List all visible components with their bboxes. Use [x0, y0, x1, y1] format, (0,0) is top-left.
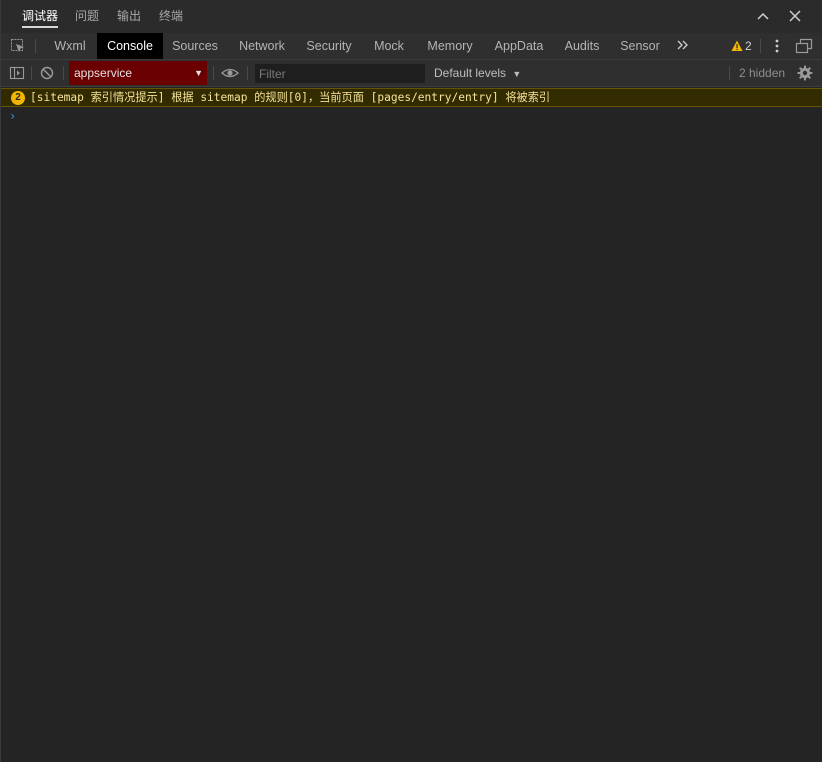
- collapse-panel-button[interactable]: [753, 6, 773, 26]
- panel-tab-debugger[interactable]: 调试器: [22, 0, 59, 33]
- eye-icon: [221, 68, 239, 78]
- inspect-cursor-icon: [11, 39, 24, 52]
- close-panel-button[interactable]: [785, 6, 805, 26]
- tab-sensor[interactable]: Sensor: [613, 33, 667, 59]
- log-levels-label: Default levels: [434, 66, 507, 80]
- hidden-messages-count: 2 hidden: [739, 66, 786, 80]
- tab-appdata[interactable]: AppData: [487, 33, 551, 59]
- divider: [35, 39, 36, 53]
- log-levels-dropdown[interactable]: Default levels ▼: [434, 60, 521, 86]
- chevron-up-icon: [757, 12, 769, 20]
- console-prompt-chevron-icon[interactable]: ›: [9, 109, 16, 123]
- inspect-element-button[interactable]: [10, 38, 26, 54]
- clear-console-button[interactable]: [39, 65, 55, 81]
- panel-tab-bar: 调试器 问题 输出 终端: [1, 0, 822, 33]
- divider: [247, 66, 248, 80]
- warnings-count: 2: [745, 39, 752, 53]
- console-message-warning[interactable]: 2 [sitemap 索引情况提示] 根据 sitemap 的规则[0]，当前页…: [1, 88, 822, 107]
- undock-window-icon: [795, 38, 813, 54]
- tab-audits[interactable]: Audits: [557, 33, 607, 59]
- kebab-menu-icon: [775, 39, 779, 53]
- devtools-window: 调试器 问题 输出 终端 Wxml Console Sources Networ…: [0, 0, 822, 762]
- divider: [729, 66, 730, 80]
- tab-memory[interactable]: Memory: [419, 33, 481, 59]
- filter-input[interactable]: [255, 64, 425, 83]
- tab-network[interactable]: Network: [229, 33, 295, 59]
- tab-security[interactable]: Security: [299, 33, 359, 59]
- divider: [31, 66, 32, 80]
- devtools-tab-bar: Wxml Console Sources Network Security Mo…: [1, 33, 822, 60]
- divider: [213, 66, 214, 80]
- divider: [760, 39, 761, 53]
- panel-tab-output[interactable]: 输出: [117, 0, 141, 33]
- tab-console[interactable]: Console: [97, 33, 163, 59]
- undock-button[interactable]: [795, 38, 813, 54]
- customize-devtools-button[interactable]: [770, 38, 784, 54]
- dropdown-arrow-icon: ▼: [194, 68, 203, 78]
- close-icon: [789, 10, 801, 22]
- tab-sources[interactable]: Sources: [165, 33, 225, 59]
- dropdown-arrow-icon: ▼: [512, 69, 522, 79]
- divider: [63, 66, 64, 80]
- more-tabs-button[interactable]: [676, 37, 690, 53]
- tab-wxml[interactable]: Wxml: [45, 33, 95, 59]
- warning-icon: [731, 40, 743, 51]
- console-settings-button[interactable]: [797, 65, 813, 81]
- toggle-sidebar-button[interactable]: [9, 65, 25, 81]
- panel-tab-problems[interactable]: 问题: [75, 0, 99, 33]
- sidebar-toggle-icon: [9, 66, 25, 80]
- tab-mock[interactable]: Mock: [365, 33, 413, 59]
- clear-block-icon: [40, 66, 54, 80]
- context-selector-value: appservice: [74, 66, 133, 80]
- double-chevron-right-icon: [677, 40, 688, 50]
- live-expression-button[interactable]: [221, 65, 239, 81]
- console-toolbar: appservice ▼ Default levels ▼ 2 hidden: [1, 60, 822, 87]
- console-message-text: [sitemap 索引情况提示] 根据 sitemap 的规则[0]，当前页面 …: [30, 91, 551, 104]
- context-selector[interactable]: appservice ▼: [69, 61, 207, 85]
- console-output: 2 [sitemap 索引情况提示] 根据 sitemap 的规则[0]，当前页…: [1, 87, 822, 762]
- panel-tab-terminal[interactable]: 终端: [159, 0, 183, 33]
- gear-icon: [797, 65, 813, 81]
- warning-repeat-count-badge: 2: [11, 91, 25, 105]
